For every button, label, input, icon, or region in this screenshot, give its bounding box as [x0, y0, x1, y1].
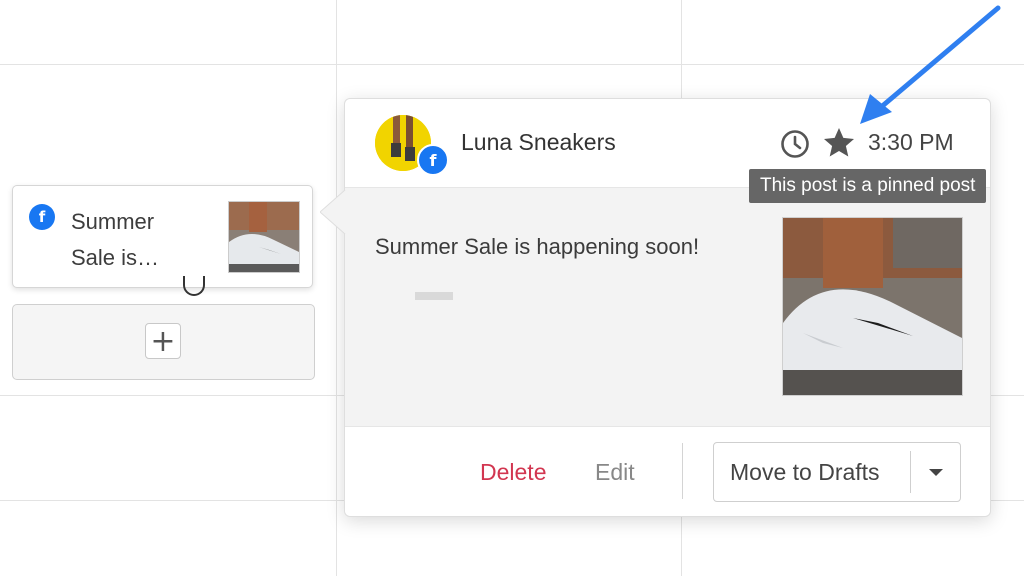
popover-footer: Delete Edit Move to Drafts [345, 426, 990, 516]
chevron-down-icon[interactable] [929, 469, 943, 476]
calendar-post-card[interactable]: f Summer Sale is… [12, 185, 313, 288]
annotation-arrow-icon [860, 5, 1001, 124]
post-detail-popover: f Luna Sneakers 3:30 PM Summer Sale is h… [344, 98, 991, 517]
clock-icon[interactable] [780, 129, 810, 159]
popover-pointer [320, 190, 346, 235]
calendar-grid-line [336, 0, 337, 576]
text-placeholder-bar [415, 292, 453, 300]
divider [682, 443, 683, 499]
add-post-button[interactable]: + [145, 323, 181, 359]
edit-button[interactable]: Edit [595, 459, 635, 486]
calendar-post-preview-text: Summer Sale is… [71, 209, 160, 270]
post-image [782, 217, 963, 396]
calendar-add-slot[interactable]: + [12, 304, 315, 380]
divider [910, 451, 911, 493]
mouse-cursor [183, 276, 205, 296]
facebook-icon: f [417, 144, 449, 176]
account-name: Luna Sneakers [461, 129, 616, 155]
post-thumbnail [228, 201, 300, 273]
facebook-icon: f [29, 204, 55, 230]
move-to-drafts-label: Move to Drafts [730, 459, 880, 485]
popover-body: Summer Sale is happening soon! [345, 188, 990, 426]
delete-button[interactable]: Delete [480, 459, 546, 486]
move-to-drafts-button[interactable]: Move to Drafts [713, 442, 961, 502]
pinned-tooltip: This post is a pinned post [749, 169, 987, 203]
post-text: Summer Sale is happening soon! [375, 234, 700, 259]
